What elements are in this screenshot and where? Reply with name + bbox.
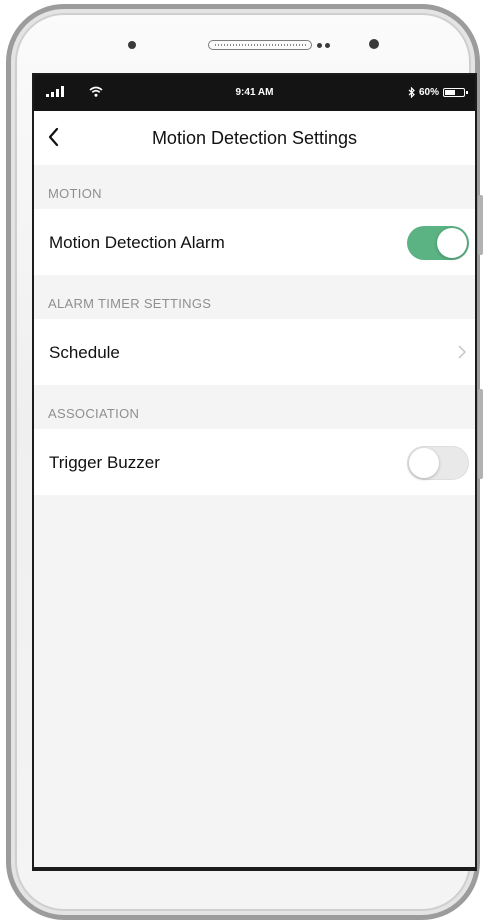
settings-row-schedule[interactable]: Schedule (34, 319, 475, 385)
section-header-motion: MOTION (48, 186, 102, 201)
bluetooth-icon (408, 87, 415, 98)
settings-row-motion-detection-alarm: Motion Detection Alarm (34, 209, 475, 275)
status-bar: 9:41 AM 60% (34, 75, 475, 111)
screen: 9:41 AM 60% Motion Detection Settings MO… (34, 75, 475, 869)
battery-percent: 60% (418, 87, 439, 98)
front-sensor-dot (128, 41, 136, 49)
row-label: Motion Detection Alarm (49, 233, 225, 252)
settings-row-trigger-buzzer: Trigger Buzzer (34, 429, 475, 495)
status-right-group: 60% (408, 87, 468, 98)
battery-level-fill (445, 90, 455, 95)
sensor-dot (325, 43, 330, 48)
phone-frame: 9:41 AM 60% Motion Detection Settings MO… (6, 4, 483, 920)
page-title: Motion Detection Settings (151, 128, 358, 148)
side-button (478, 389, 483, 479)
earpiece-speaker (208, 40, 312, 50)
motion-detection-alarm-toggle[interactable] (407, 226, 469, 260)
section-header-association: ASSOCIATION (48, 406, 140, 421)
toggle-knob (409, 448, 439, 478)
navigation-bar: Motion Detection Settings (34, 111, 475, 165)
trigger-buzzer-toggle[interactable] (407, 446, 469, 480)
side-button (478, 195, 483, 255)
toggle-knob (437, 228, 467, 258)
battery-icon (443, 88, 468, 97)
row-label: Schedule (49, 343, 120, 362)
section-header-alarm-timer-settings: ALARM TIMER SETTINGS (48, 296, 212, 311)
row-label: Trigger Buzzer (49, 453, 160, 472)
front-camera-dot (369, 39, 379, 49)
chevron-right-icon (458, 345, 467, 359)
sensor-dot (317, 43, 322, 48)
page: 9:41 AM 60% Motion Detection Settings MO… (0, 0, 487, 924)
screen-bottom-edge (34, 867, 475, 869)
